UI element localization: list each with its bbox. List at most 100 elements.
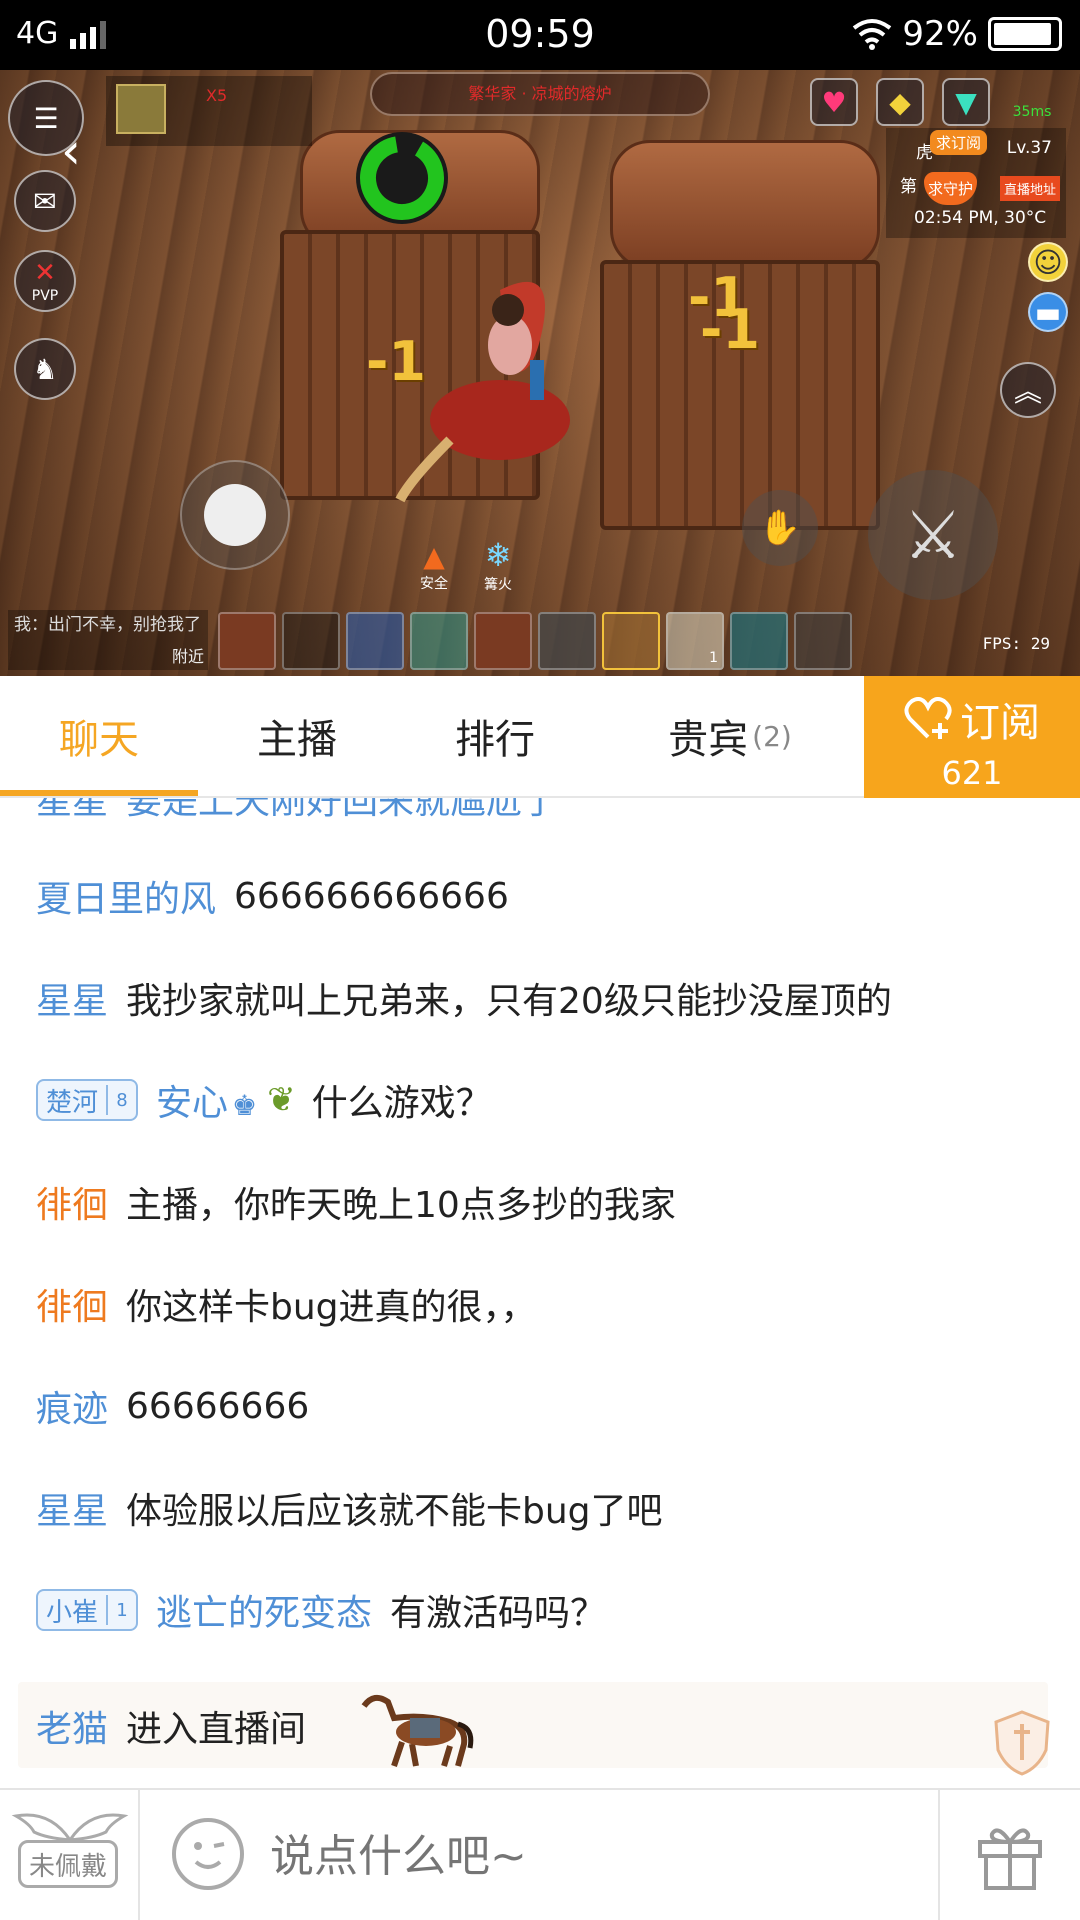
progress-ring-icon (356, 132, 448, 224)
hotbar-slot[interactable] (346, 612, 404, 670)
enter-notice: 老猫 进入直播间 (36, 1700, 306, 1752)
hotbar-slot[interactable] (538, 612, 596, 670)
chat-text: 什么游戏？ (311, 1083, 492, 1124)
chat-message: 痕迹 66666666 (36, 1380, 309, 1432)
hotbar-slot[interactable] (730, 612, 788, 670)
hotbar-slot[interactable] (218, 612, 276, 670)
chat-message: 星星 体验服以后应该就不能卡bug了吧 (36, 1482, 663, 1534)
chat-nick[interactable]: 徘徊 (36, 1176, 108, 1228)
chat-text: 666666666666 (234, 875, 509, 917)
chat-nick[interactable]: 逃亡的死变态 (156, 1584, 372, 1636)
mail-icon[interactable]: ✉ (14, 170, 76, 232)
mount-icon[interactable]: ♞ (14, 338, 76, 400)
chat-nick[interactable]: 星星 (36, 798, 108, 824)
smile-icon[interactable]: ☺ (1028, 242, 1068, 282)
pvp-cross-icon: ✕ (34, 258, 56, 288)
heart-icon[interactable]: ♥ (810, 78, 858, 126)
crown-icon: ♚ (232, 1089, 258, 1122)
status-safe: ▲ 安全 (420, 540, 448, 593)
tab-vip[interactable]: 贵宾 (2) (620, 676, 840, 796)
gift-button[interactable] (938, 1790, 1080, 1920)
tab-rank-label: 排行 (455, 717, 535, 763)
subscribe-tag[interactable]: 求订阅 (930, 130, 988, 155)
hotbar-slot[interactable] (602, 612, 660, 670)
chat-message: 小崔 1 逃亡的死变态 有激活码吗？ (36, 1584, 606, 1636)
hotbar-slot[interactable]: 1 (666, 612, 724, 670)
subscribe-label-row: 订阅 (864, 690, 1080, 748)
hotbar-slot[interactable] (474, 612, 532, 670)
game-mini-chat: 我：出门不幸，别抢我了 附近 (8, 610, 208, 670)
heart-plus-icon (904, 697, 952, 739)
live-address-tag[interactable]: 直播地址 (1000, 176, 1061, 201)
resource-panel: X5 (106, 76, 312, 146)
battery-icon (988, 17, 1062, 51)
water-icon[interactable]: ▼ (942, 78, 990, 126)
joystick[interactable] (180, 460, 290, 570)
hotbar-slot[interactable] (410, 612, 468, 670)
wink-face-icon (194, 1842, 225, 1869)
enter-nick[interactable]: 老猫 (36, 1700, 108, 1752)
chat-bubble-icon[interactable]: ▬ (1028, 292, 1068, 332)
fire-icon: ▲ (423, 540, 445, 573)
sword-shield-icon (994, 1710, 1050, 1776)
resource-count: X5 (206, 86, 228, 105)
hotbar-slot[interactable] (282, 612, 340, 670)
chat-text: 我抄家就叫上兄弟来，只有20级只能抄没屋顶的 (126, 981, 892, 1022)
chat-nick[interactable]: 徘徊 (36, 1278, 108, 1330)
top-right-icons: ♥ ◆ ▼ 35ms (810, 78, 1056, 126)
tab-rank[interactable]: 排行 (396, 676, 594, 796)
wifi-icon (853, 19, 892, 50)
subscribe-button[interactable]: 订阅 621 (864, 676, 1080, 798)
live-video[interactable]: -1 -1 -1 繁华家 · 凉城的熔炉 ☰ X5 ‹ ✉ ✕ PVP ♞ ♥ … (0, 70, 1080, 676)
tab-bar: 聊天 主播 排行 贵宾 (2) 订阅 621 (0, 676, 1080, 798)
mini-chat-text: 我：出门不幸，别抢我了 (14, 615, 201, 635)
chat-text: 主播，你昨天晚上10点多抄的我家 (126, 1185, 676, 1226)
tab-vip-label: 贵宾 (668, 717, 749, 763)
status-bar: 4G 09:59 92% (0, 0, 1080, 70)
snowflake-icon: ❄ (484, 536, 512, 574)
food-icon[interactable]: ◆ (876, 78, 924, 126)
fps-counter: FPS: 29 (982, 634, 1050, 653)
joystick-knob[interactable] (204, 484, 266, 546)
status-fire-label: 篝火 (484, 577, 512, 593)
sword-attack-icon[interactable]: ⚔ (868, 470, 998, 600)
bag-slot[interactable] (794, 612, 852, 670)
fan-badge-name: 楚河 (46, 1087, 99, 1118)
game-clock: 02:54 PM, 30°C (914, 208, 1047, 228)
damage-number: -1 (700, 298, 760, 361)
tab-anchor[interactable]: 主播 (198, 676, 396, 796)
chat-text: 你这样卡bug进真的很，， (126, 1287, 537, 1328)
chat-nick[interactable]: 夏日里的风 (36, 870, 216, 922)
chat-list[interactable]: 星星 要是上天刚好回来就尴尬了 夏日里的风 666666666666 星星 我抄… (0, 798, 1080, 1788)
jump-icon[interactable]: ︽ (1000, 362, 1056, 418)
chat-message: 徘徊 你这样卡bug进真的很，， (36, 1278, 537, 1330)
tab-chat[interactable]: 聊天 (0, 676, 198, 796)
chat-text: 体验服以后应该就不能卡bug了吧 (126, 1491, 663, 1532)
chat-nick[interactable]: 痕迹 (36, 1380, 108, 1432)
stat-prefix: 第 (900, 177, 917, 197)
status-safe-label: 安全 (420, 576, 448, 592)
hotbar: 1 (218, 612, 852, 670)
enter-text: 进入直播间 (126, 1709, 307, 1750)
grab-icon[interactable]: ✋ (742, 490, 818, 566)
badge-wear-button[interactable]: 未佩戴 (0, 1790, 140, 1920)
chat-message: 徘徊 主播，你昨天晚上10点多抄的我家 (36, 1176, 676, 1228)
pvp-icon[interactable]: ✕ PVP (14, 250, 76, 312)
emoji-icon[interactable] (172, 1818, 244, 1890)
ping-indicator: 35ms (1012, 104, 1052, 120)
fan-badge[interactable]: 小崔 1 (36, 1589, 139, 1631)
chat-input[interactable] (270, 1816, 910, 1896)
subscribe-label: 订阅 (960, 700, 1040, 746)
chat-nick[interactable]: 星星 (36, 972, 108, 1024)
active-tab-indicator (0, 790, 198, 796)
fan-badge-level: 1 (106, 1595, 136, 1625)
resource-icon (116, 84, 166, 134)
fan-badge-level: 8 (106, 1085, 136, 1115)
chat-nick[interactable]: 安心 ♚ (156, 1074, 257, 1126)
pvp-label: PVP (31, 288, 59, 304)
nearby-label[interactable]: 附近 (172, 646, 204, 668)
battery-percent: 92% (902, 14, 978, 54)
chat-nick[interactable]: 星星 (36, 1482, 108, 1534)
fan-badge[interactable]: 楚河 8 (36, 1079, 139, 1121)
tab-chat-label: 聊天 (59, 717, 139, 763)
